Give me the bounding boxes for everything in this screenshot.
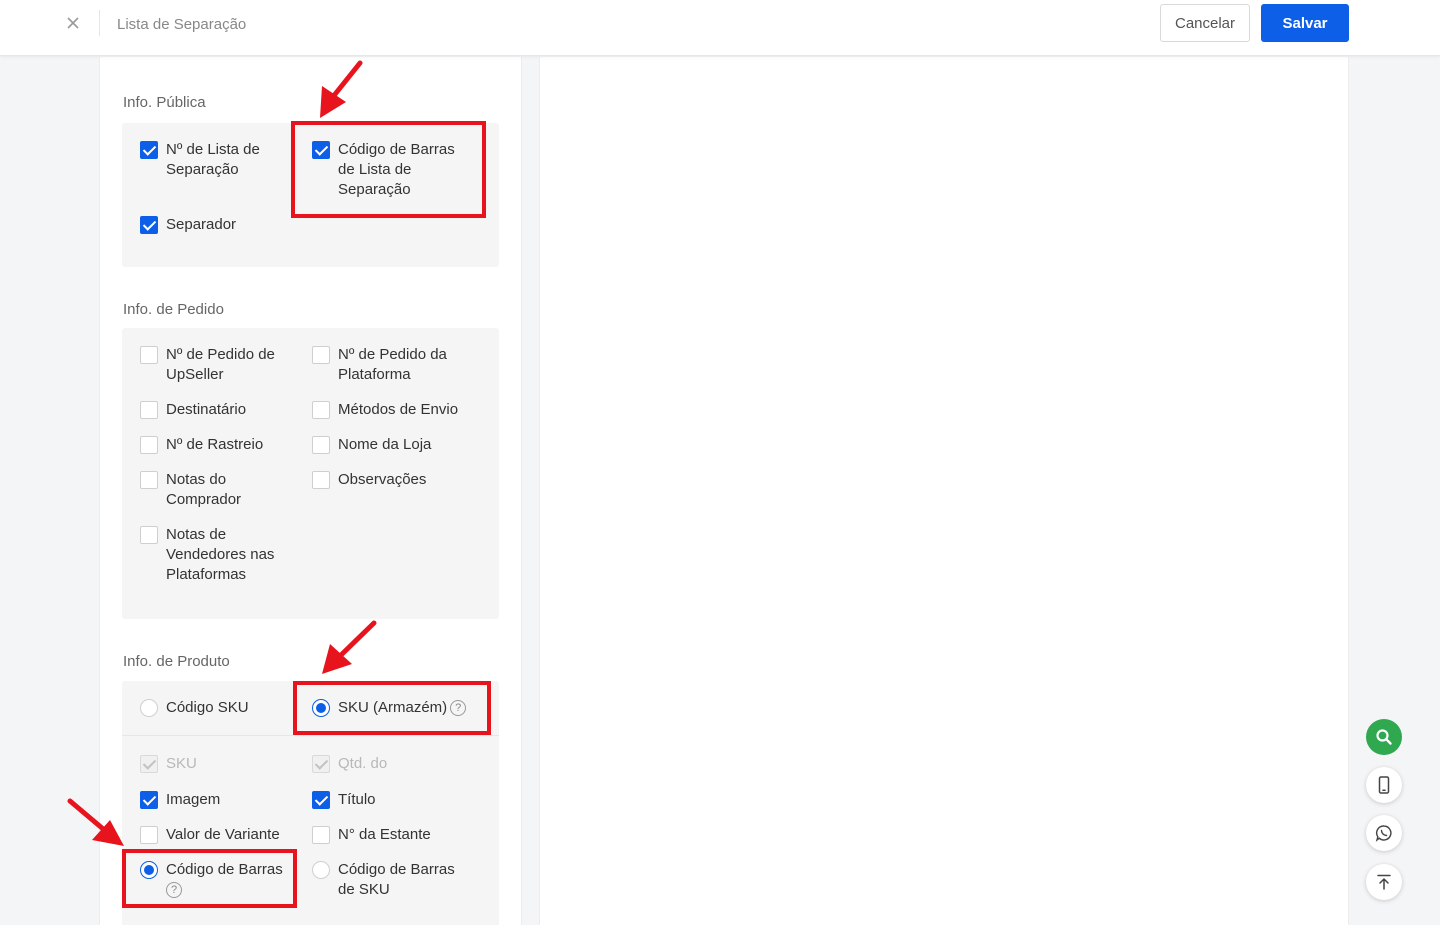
option-picklist-barcode[interactable]: Código de Barras de Lista de Separação: [312, 140, 468, 200]
option-title[interactable]: Título: [312, 790, 468, 810]
checkbox[interactable]: [140, 141, 158, 159]
section-title-publica: Info. Pública: [123, 94, 206, 111]
checkbox[interactable]: [140, 826, 158, 844]
back-to-top-icon: [1377, 874, 1391, 890]
option-label: Observações: [338, 471, 427, 488]
save-button[interactable]: Salvar: [1261, 4, 1349, 42]
option-upseller-order-number[interactable]: Nº de Pedido de UpSeller: [140, 345, 296, 385]
mobile-button[interactable]: [1366, 767, 1402, 803]
checkbox[interactable]: [312, 401, 330, 419]
option-label: Código de Barras de SKU: [338, 861, 455, 898]
option-remarks[interactable]: Observações: [312, 470, 468, 490]
checkbox[interactable]: [140, 526, 158, 544]
top-bar: Lista de Separação Cancelar Salvar: [0, 0, 1440, 56]
search-button[interactable]: [1366, 719, 1402, 755]
option-label: Nº de Pedido da Plataforma: [338, 346, 447, 383]
whatsapp-button[interactable]: [1366, 815, 1402, 851]
option-label: Destinatário: [166, 401, 247, 418]
checkbox[interactable]: [140, 791, 158, 809]
checkbox[interactable]: [140, 471, 158, 489]
option-label: SKU (Armazém): [338, 699, 448, 716]
option-label: Notas do Comprador: [166, 471, 242, 508]
checkbox[interactable]: [312, 436, 330, 454]
option-buyer-notes[interactable]: Notas do Comprador: [140, 470, 296, 510]
option-shipping-methods[interactable]: Métodos de Envio: [312, 400, 468, 420]
option-label-wrap: SKU (Armazém)?: [338, 698, 488, 718]
checkbox: [140, 755, 158, 773]
option-recipient[interactable]: Destinatário: [140, 400, 296, 420]
option-picker[interactable]: Separador: [140, 215, 296, 235]
mobile-icon: [1378, 776, 1390, 794]
whatsapp-icon: [1375, 825, 1392, 842]
option-platform-order-number[interactable]: Nº de Pedido da Plataforma: [312, 345, 468, 385]
option-tracking-number[interactable]: Nº de Rastreio: [140, 435, 296, 455]
option-image[interactable]: Imagem: [140, 790, 296, 810]
option-label: Valor de Variante: [166, 826, 280, 843]
option-store-name[interactable]: Nome da Loja: [312, 435, 468, 455]
header-divider: [99, 10, 100, 36]
option-label: Notas de Vendedores nas Plataformas: [166, 526, 275, 583]
checkbox[interactable]: [140, 216, 158, 234]
page-title: Lista de Separação: [117, 16, 247, 33]
option-picklist-number[interactable]: Nº de Lista de Separação: [140, 140, 296, 180]
option-label: N° da Estante: [338, 826, 431, 843]
close-icon[interactable]: [62, 12, 84, 34]
option-quantity: Qtd. do: [312, 754, 468, 774]
option-label: Nome da Loja: [338, 436, 432, 453]
checkbox[interactable]: [140, 436, 158, 454]
option-label: Separador: [166, 216, 237, 233]
checkbox[interactable]: [312, 826, 330, 844]
radio[interactable]: [312, 699, 330, 717]
section-title-pedido: Info. de Pedido: [123, 301, 224, 318]
radio[interactable]: [312, 861, 330, 879]
radio[interactable]: [140, 699, 158, 717]
publica-options-box: Nº de Lista de Separação Código de Barra…: [122, 123, 499, 267]
option-sku: SKU: [140, 754, 296, 774]
option-label: SKU: [166, 755, 197, 772]
checkbox: [312, 755, 330, 773]
option-label: Código de Barras: [166, 861, 283, 878]
checkbox[interactable]: [312, 791, 330, 809]
checkbox[interactable]: [140, 346, 158, 364]
produto-options-box: Código SKU SKU (Armazém)? SKU Qtd. do Im…: [122, 681, 499, 925]
option-shelf-number[interactable]: N° da Estante: [312, 825, 468, 845]
radio-sku-barcode[interactable]: Código de Barras de SKU: [312, 860, 468, 900]
radio-sku-warehouse[interactable]: SKU (Armazém)?: [312, 698, 488, 718]
option-seller-notes[interactable]: Notas de Vendedores nas Plataformas: [140, 525, 296, 585]
option-label: Nº de Lista de Separação: [166, 141, 260, 178]
checkbox[interactable]: [312, 346, 330, 364]
radio[interactable]: [140, 861, 158, 879]
option-label: Nº de Pedido de UpSeller: [166, 346, 275, 383]
help-icon[interactable]: ?: [166, 882, 182, 899]
option-variant-value[interactable]: Valor de Variante: [140, 825, 316, 845]
search-icon: [1376, 729, 1392, 745]
option-label: Código de Barras de Lista de Separação: [338, 141, 455, 198]
option-label: Nº de Rastreio: [166, 436, 264, 453]
option-label: Qtd. do: [338, 755, 388, 772]
radio-sku-code[interactable]: Código SKU: [140, 698, 296, 718]
checkbox[interactable]: [312, 141, 330, 159]
checkbox[interactable]: [312, 471, 330, 489]
settings-panel: Info. Pública Nº de Lista de Separação C…: [99, 57, 522, 925]
section-title-produto: Info. de Produto: [123, 653, 230, 670]
preview-panel: [539, 57, 1349, 925]
pedido-options-box: Nº de Pedido de UpSeller Nº de Pedido da…: [122, 328, 499, 619]
back-to-top-button[interactable]: [1366, 864, 1402, 900]
checkbox[interactable]: [140, 401, 158, 419]
option-label: Código SKU: [166, 699, 249, 716]
help-icon[interactable]: ?: [450, 700, 467, 717]
option-label: Métodos de Envio: [338, 401, 459, 418]
cancel-button[interactable]: Cancelar: [1160, 4, 1250, 42]
option-label-wrap: Código de Barras?: [166, 860, 316, 900]
divider: [122, 735, 499, 736]
option-label: Imagem: [166, 791, 221, 808]
option-label: Título: [338, 791, 376, 808]
radio-barcode[interactable]: Código de Barras?: [140, 860, 316, 900]
